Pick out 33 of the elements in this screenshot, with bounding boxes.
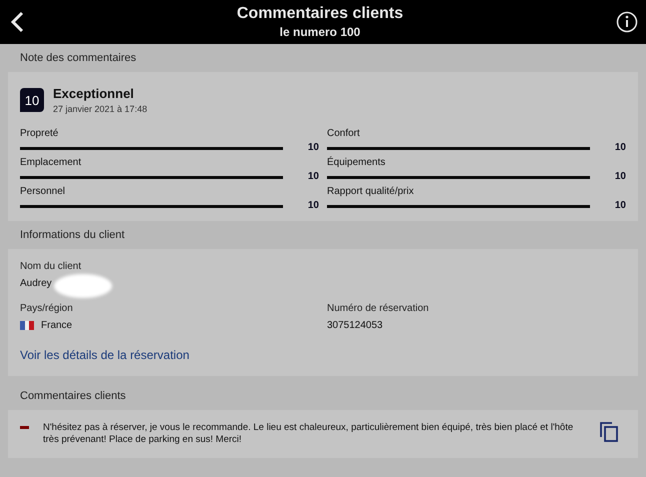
category-name: Confort — [327, 128, 361, 139]
reservation-details-link[interactable]: Voir les détails de la réservation — [20, 348, 190, 362]
score-badge: 10 — [20, 88, 44, 112]
field-label: Pays/région — [20, 303, 74, 314]
section-title: Note des commentaires — [19, 51, 138, 66]
field-label: Nom du client — [20, 261, 82, 272]
comment-text: N'hésitez pas à réserver, je vous le recommande. Le lieu est chaleureux, particulièrement bien équipé, très bien placé et l'hôte très prévenant! Place de parking en sus! Merci! — [43, 422, 574, 446]
category-score: 10 — [306, 142, 319, 153]
country: France — [41, 320, 72, 331]
screen-title: Commentaires clients — [236, 5, 404, 23]
category-score: 10 — [306, 200, 319, 211]
category-score: 10 — [614, 171, 626, 182]
section-title: Commentaires clients — [19, 389, 127, 404]
category-name: Emplacement — [20, 157, 82, 168]
field-label: Numéro de réservation — [327, 303, 430, 314]
category-name: Équipements — [327, 157, 386, 168]
category-score: 10 — [306, 171, 319, 182]
minus-icon — [20, 426, 29, 429]
client-name: Audrey — [20, 278, 52, 289]
screen-subtitle: le numero 100 — [280, 25, 360, 39]
rating-label: Exceptionnel — [53, 86, 135, 101]
info-button[interactable] — [616, 11, 638, 33]
category-name: Rapport qualité/prix — [327, 186, 415, 197]
category-name: Propreté — [20, 128, 60, 139]
review-date: 27 janvier 2021 à 17:48 — [53, 104, 148, 114]
category-score: 10 — [614, 200, 626, 211]
section-title: Informations du client — [19, 228, 126, 243]
reservation-number: 3075124053 — [327, 320, 383, 331]
flag-icon — [20, 321, 34, 330]
back-button[interactable] — [10, 11, 24, 33]
category-score: 10 — [614, 142, 626, 153]
category-name: Personnel — [20, 186, 66, 197]
copy-button[interactable] — [600, 422, 618, 442]
